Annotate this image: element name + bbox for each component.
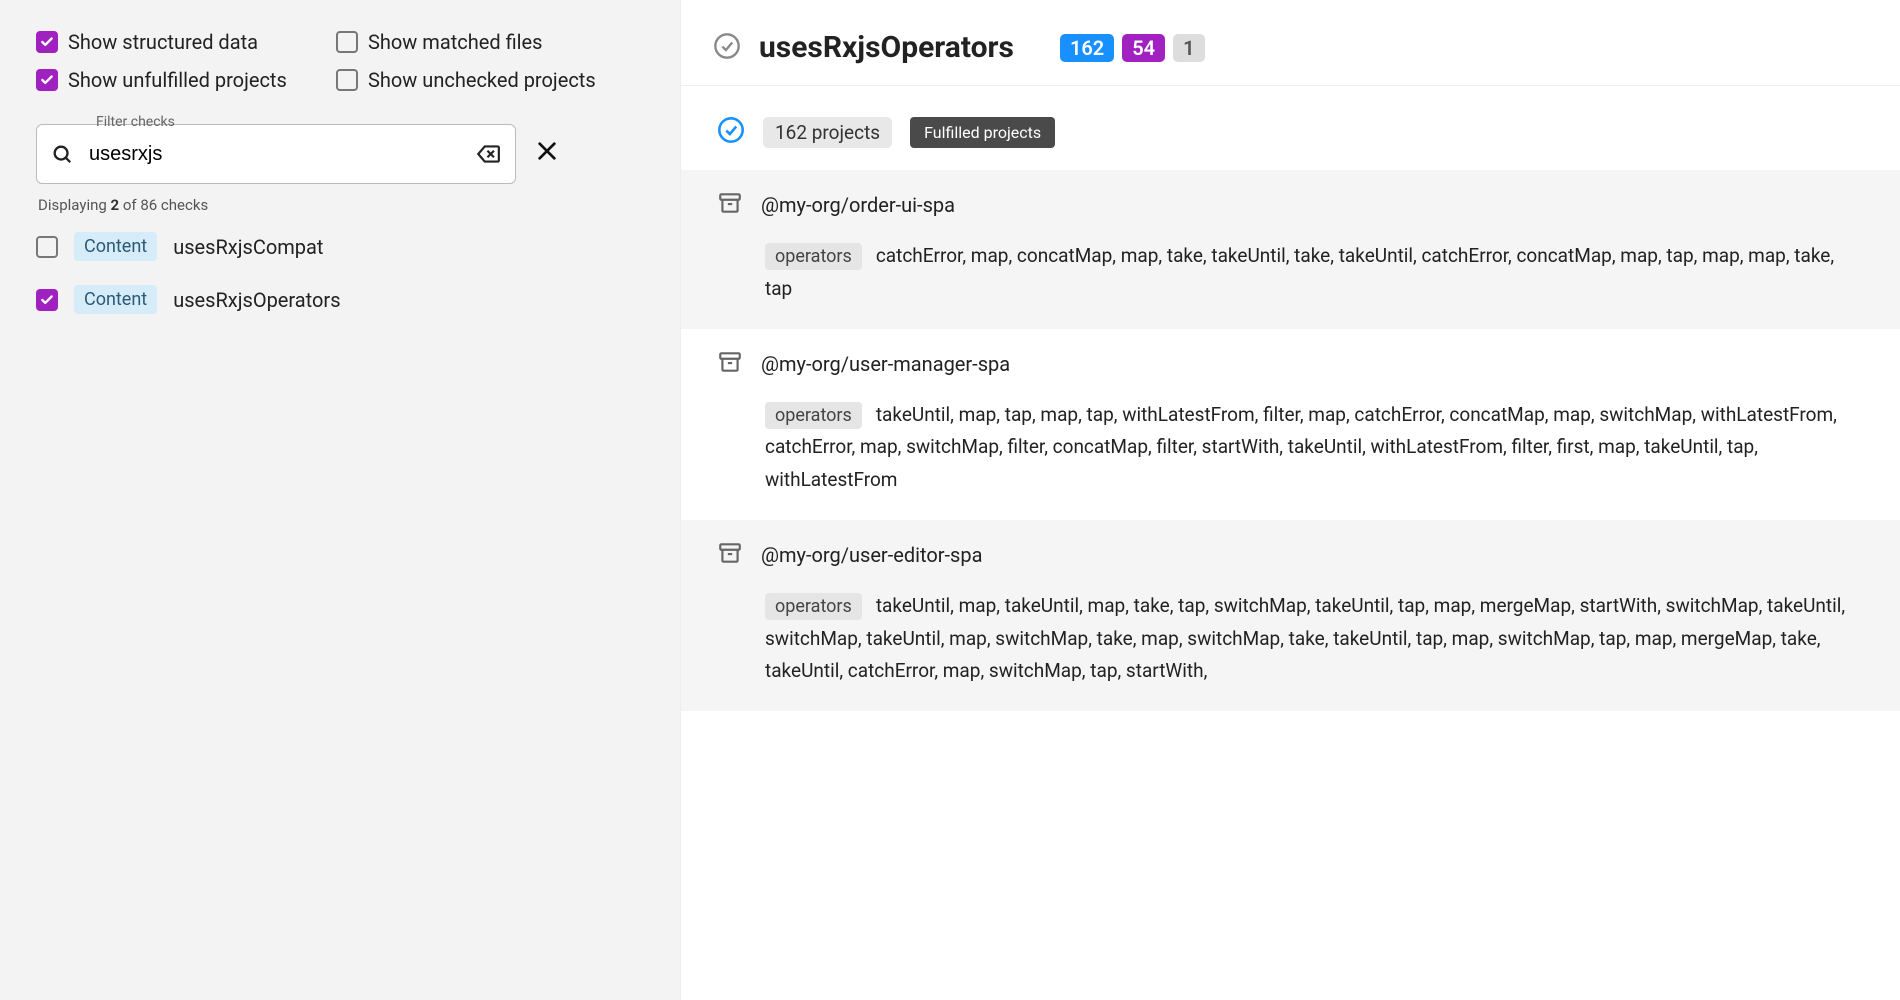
project-name: @my-org/user-manager-spa [761,352,1010,376]
project-item: @my-org/user-editor-spa operatorstakeUnt… [681,520,1900,711]
toggle-label: Show matched files [368,30,542,54]
project-item: @my-org/order-ui-spa operatorscatchError… [681,170,1900,329]
project-header[interactable]: @my-org/user-editor-spa [717,540,1864,570]
check-item[interactable]: Content usesRxjsOperators [36,285,650,314]
toggle-label: Show structured data [68,30,258,54]
toggle-matched-files[interactable]: Show matched files [336,30,596,54]
archive-icon [717,540,743,570]
check-circle-icon [713,32,741,64]
check-tag: Content [74,285,157,314]
filter-box: Filter checks [36,124,516,184]
project-body: operatorstakeUntil, map, takeUntil, map,… [717,590,1864,687]
checkbox-icon [36,289,58,311]
badge-fulfilled[interactable]: 162 [1060,34,1114,62]
check-name: usesRxjsCompat [173,235,323,259]
toggle-structured-data[interactable]: Show structured data [36,30,296,54]
badge-unchecked[interactable]: 1 [1173,34,1204,62]
toggle-label: Show unchecked projects [368,68,596,92]
checkbox-icon [36,236,58,258]
archive-icon [717,190,743,220]
operators-tag: operators [765,593,862,620]
project-body: operatorstakeUntil, map, tap, map, tap, … [717,399,1864,496]
project-item: @my-org/user-manager-spa operatorstakeUn… [681,329,1900,520]
operators-list: takeUntil, map, tap, map, tap, withLates… [765,403,1837,491]
toggle-unchecked-projects[interactable]: Show unchecked projects [336,68,596,92]
checkbox-icon [336,31,358,53]
detail-body: 162 projects Fulfilled projects @my-org/… [681,86,1900,1000]
close-filter-icon[interactable] [536,140,558,168]
operators-list: catchError, map, concatMap, map, take, t… [765,244,1834,300]
check-tag: Content [74,232,157,261]
toggle-label: Show unfulfilled projects [68,68,287,92]
check-item[interactable]: Content usesRxjsCompat [36,232,650,261]
checkbox-icon [36,69,58,91]
project-header[interactable]: @my-org/order-ui-spa [717,190,1864,220]
check-name: usesRxjsOperators [173,288,340,312]
filter-input-wrapper [36,124,516,184]
project-body: operatorscatchError, map, concatMap, map… [717,240,1864,305]
operators-tag: operators [765,243,862,270]
archive-icon [717,349,743,379]
section-count: 162 projects [763,117,892,148]
check-circle-icon [717,116,745,148]
section-tooltip: Fulfilled projects [910,117,1055,148]
operators-list: takeUntil, map, takeUntil, map, take, ta… [765,594,1845,682]
detail-header: usesRxjsOperators 162 54 1 [681,0,1900,86]
section-header: 162 projects Fulfilled projects [681,86,1900,170]
filter-input[interactable] [87,142,461,167]
project-name: @my-org/user-editor-spa [761,543,982,567]
badge-unfulfilled[interactable]: 54 [1122,34,1165,62]
clear-input-icon[interactable] [475,141,501,167]
operators-tag: operators [765,402,862,429]
left-panel: Show structured data Show matched files … [0,0,680,1000]
toggle-unfulfilled-projects[interactable]: Show unfulfilled projects [36,68,296,92]
toggle-group: Show structured data Show matched files … [36,30,650,106]
right-panel: usesRxjsOperators 162 54 1 162 projects … [680,0,1900,1000]
project-name: @my-org/order-ui-spa [761,193,955,217]
filter-label: Filter checks [96,114,175,130]
checkbox-icon [36,31,58,53]
displaying-count: Displaying 2 of 86 checks [38,196,648,214]
search-icon [51,143,73,165]
project-header[interactable]: @my-org/user-manager-spa [717,349,1864,379]
checkbox-icon [336,69,358,91]
filter-row: Filter checks [36,124,650,184]
detail-title: usesRxjsOperators [759,30,1014,65]
